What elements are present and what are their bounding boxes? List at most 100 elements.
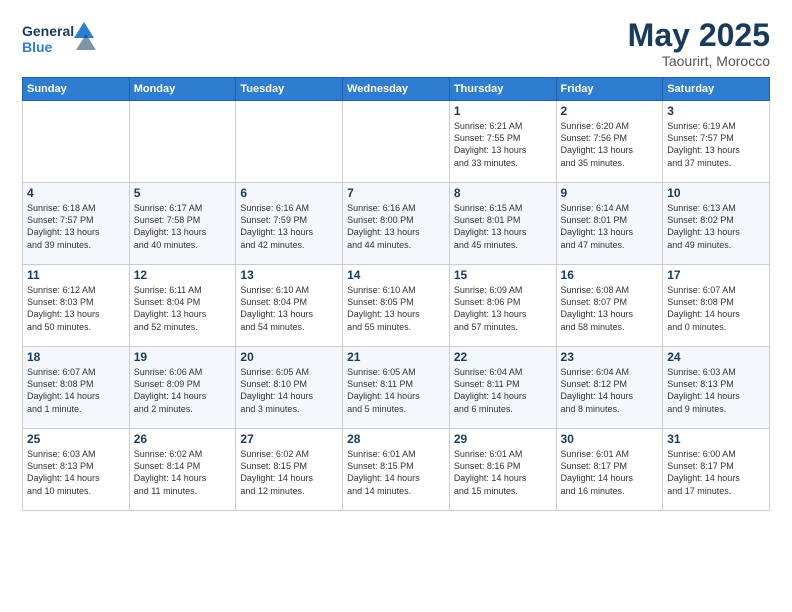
day-cell-1-2: 6Sunrise: 6:16 AM Sunset: 7:59 PM Daylig… <box>236 183 343 265</box>
day-info: Sunrise: 6:03 AM Sunset: 8:13 PM Dayligh… <box>667 366 765 415</box>
page: General Blue May 2025 Taourirt, Morocco … <box>0 0 792 612</box>
day-number: 17 <box>667 268 765 282</box>
day-info: Sunrise: 6:21 AM Sunset: 7:55 PM Dayligh… <box>454 120 552 169</box>
day-number: 8 <box>454 186 552 200</box>
day-info: Sunrise: 6:13 AM Sunset: 8:02 PM Dayligh… <box>667 202 765 251</box>
calendar-header-row: SundayMondayTuesdayWednesdayThursdayFrid… <box>23 78 770 101</box>
day-cell-0-2 <box>236 101 343 183</box>
day-info: Sunrise: 6:18 AM Sunset: 7:57 PM Dayligh… <box>27 202 125 251</box>
day-cell-4-5: 30 Sunrise: 6:01 AM Sunset: 8:17 PM Dayli… <box>556 429 663 511</box>
day-number: 29 <box>454 432 552 446</box>
day-number: 18 <box>27 350 125 364</box>
day-cell-0-5: 2Sunrise: 6:20 AM Sunset: 7:56 PM Daylig… <box>556 101 663 183</box>
title-block: May 2025 Taourirt, Morocco <box>628 18 770 69</box>
day-number: 25 <box>27 432 125 446</box>
day-number: 21 <box>347 350 445 364</box>
day-number: 11 <box>27 268 125 282</box>
day-number: 15 <box>454 268 552 282</box>
day-cell-0-3 <box>343 101 450 183</box>
day-info: Sunrise: 6:06 AM Sunset: 8:09 PM Dayligh… <box>134 366 232 415</box>
day-number: 22 <box>454 350 552 364</box>
day-cell-4-6: 31 Sunrise: 6:00 AM Sunset: 8:17 PM Dayli… <box>663 429 770 511</box>
day-info: Sunrise: 6:12 AM Sunset: 8:03 PM Dayligh… <box>27 284 125 333</box>
day-cell-0-1 <box>129 101 236 183</box>
calendar-subtitle: Taourirt, Morocco <box>628 53 770 69</box>
day-cell-4-2: 27Sunrise: 6:02 AM Sunset: 8:15 PM Dayli… <box>236 429 343 511</box>
day-info: Sunrise: 6:14 AM Sunset: 8:01 PM Dayligh… <box>561 202 659 251</box>
day-cell-0-6: 3 Sunrise: 6:19 AM Sunset: 7:57 PM Daylig… <box>663 101 770 183</box>
day-info: Sunrise: 6:05 AM Sunset: 8:11 PM Dayligh… <box>347 366 445 415</box>
day-cell-4-4: 29 Sunrise: 6:01 AM Sunset: 8:16 PM Dayli… <box>449 429 556 511</box>
day-cell-3-4: 22 Sunrise: 6:04 AM Sunset: 8:11 PM Dayli… <box>449 347 556 429</box>
calendar-title: May 2025 <box>628 18 770 53</box>
day-info: Sunrise: 6:16 AM Sunset: 7:59 PM Dayligh… <box>240 202 338 251</box>
day-number: 9 <box>561 186 659 200</box>
day-info: Sunrise: 6:07 AM Sunset: 8:08 PM Dayligh… <box>27 366 125 415</box>
day-info: Sunrise: 6:01 AM Sunset: 8:16 PM Dayligh… <box>454 448 552 497</box>
day-info: Sunrise: 6:09 AM Sunset: 8:06 PM Dayligh… <box>454 284 552 333</box>
day-number: 23 <box>561 350 659 364</box>
day-cell-1-3: 7 Sunrise: 6:16 AM Sunset: 8:00 PM Daylig… <box>343 183 450 265</box>
day-number: 12 <box>134 268 232 282</box>
day-cell-1-6: 10 Sunrise: 6:13 AM Sunset: 8:02 PM Dayli… <box>663 183 770 265</box>
day-info: Sunrise: 6:00 AM Sunset: 8:17 PM Dayligh… <box>667 448 765 497</box>
day-cell-2-4: 15 Sunrise: 6:09 AM Sunset: 8:06 PM Dayli… <box>449 265 556 347</box>
day-cell-0-4: 1Sunrise: 6:21 AM Sunset: 7:55 PM Daylig… <box>449 101 556 183</box>
day-number: 24 <box>667 350 765 364</box>
day-info: Sunrise: 6:02 AM Sunset: 8:15 PM Dayligh… <box>240 448 338 497</box>
day-cell-2-2: 13 Sunrise: 6:10 AM Sunset: 8:04 PM Dayli… <box>236 265 343 347</box>
day-cell-2-1: 12 Sunrise: 6:11 AM Sunset: 8:04 PM Dayli… <box>129 265 236 347</box>
day-number: 26 <box>134 432 232 446</box>
header-saturday: Saturday <box>663 78 770 101</box>
day-info: Sunrise: 6:03 AM Sunset: 8:13 PM Dayligh… <box>27 448 125 497</box>
day-info: Sunrise: 6:17 AM Sunset: 7:58 PM Dayligh… <box>134 202 232 251</box>
day-cell-1-5: 9 Sunrise: 6:14 AM Sunset: 8:01 PM Daylig… <box>556 183 663 265</box>
header-monday: Monday <box>129 78 236 101</box>
day-info: Sunrise: 6:01 AM Sunset: 8:17 PM Dayligh… <box>561 448 659 497</box>
header-thursday: Thursday <box>449 78 556 101</box>
day-cell-3-1: 19 Sunrise: 6:06 AM Sunset: 8:09 PM Dayli… <box>129 347 236 429</box>
logo: General Blue <box>22 18 102 60</box>
header-friday: Friday <box>556 78 663 101</box>
day-info: Sunrise: 6:16 AM Sunset: 8:00 PM Dayligh… <box>347 202 445 251</box>
day-number: 4 <box>27 186 125 200</box>
day-info: Sunrise: 6:08 AM Sunset: 8:07 PM Dayligh… <box>561 284 659 333</box>
day-cell-0-0 <box>23 101 130 183</box>
week-row-1: 1Sunrise: 6:21 AM Sunset: 7:55 PM Daylig… <box>23 101 770 183</box>
day-number: 16 <box>561 268 659 282</box>
day-info: Sunrise: 6:10 AM Sunset: 8:05 PM Dayligh… <box>347 284 445 333</box>
day-cell-1-4: 8 Sunrise: 6:15 AM Sunset: 8:01 PM Daylig… <box>449 183 556 265</box>
header: General Blue May 2025 Taourirt, Morocco <box>22 18 770 69</box>
day-cell-3-3: 21 Sunrise: 6:05 AM Sunset: 8:11 PM Dayli… <box>343 347 450 429</box>
day-info: Sunrise: 6:20 AM Sunset: 7:56 PM Dayligh… <box>561 120 659 169</box>
day-number: 10 <box>667 186 765 200</box>
day-info: Sunrise: 6:05 AM Sunset: 8:10 PM Dayligh… <box>240 366 338 415</box>
day-number: 31 <box>667 432 765 446</box>
header-sunday: Sunday <box>23 78 130 101</box>
day-info: Sunrise: 6:04 AM Sunset: 8:12 PM Dayligh… <box>561 366 659 415</box>
day-cell-1-0: 4 Sunrise: 6:18 AM Sunset: 7:57 PM Daylig… <box>23 183 130 265</box>
day-cell-2-0: 11 Sunrise: 6:12 AM Sunset: 8:03 PM Dayli… <box>23 265 130 347</box>
day-number: 14 <box>347 268 445 282</box>
day-cell-3-5: 23 Sunrise: 6:04 AM Sunset: 8:12 PM Dayli… <box>556 347 663 429</box>
day-number: 3 <box>667 104 765 118</box>
day-info: Sunrise: 6:19 AM Sunset: 7:57 PM Dayligh… <box>667 120 765 169</box>
day-number: 7 <box>347 186 445 200</box>
calendar-table: SundayMondayTuesdayWednesdayThursdayFrid… <box>22 77 770 511</box>
day-info: Sunrise: 6:11 AM Sunset: 8:04 PM Dayligh… <box>134 284 232 333</box>
day-info: Sunrise: 6:10 AM Sunset: 8:04 PM Dayligh… <box>240 284 338 333</box>
day-info: Sunrise: 6:04 AM Sunset: 8:11 PM Dayligh… <box>454 366 552 415</box>
day-number: 13 <box>240 268 338 282</box>
day-number: 19 <box>134 350 232 364</box>
svg-text:Blue: Blue <box>22 39 53 55</box>
day-info: Sunrise: 6:15 AM Sunset: 8:01 PM Dayligh… <box>454 202 552 251</box>
week-row-3: 11 Sunrise: 6:12 AM Sunset: 8:03 PM Dayli… <box>23 265 770 347</box>
day-number: 30 <box>561 432 659 446</box>
day-cell-3-0: 18 Sunrise: 6:07 AM Sunset: 8:08 PM Dayli… <box>23 347 130 429</box>
day-number: 20 <box>240 350 338 364</box>
week-row-5: 25 Sunrise: 6:03 AM Sunset: 8:13 PM Dayli… <box>23 429 770 511</box>
day-cell-1-1: 5Sunrise: 6:17 AM Sunset: 7:58 PM Daylig… <box>129 183 236 265</box>
day-info: Sunrise: 6:07 AM Sunset: 8:08 PM Dayligh… <box>667 284 765 333</box>
day-number: 28 <box>347 432 445 446</box>
week-row-4: 18 Sunrise: 6:07 AM Sunset: 8:08 PM Dayli… <box>23 347 770 429</box>
